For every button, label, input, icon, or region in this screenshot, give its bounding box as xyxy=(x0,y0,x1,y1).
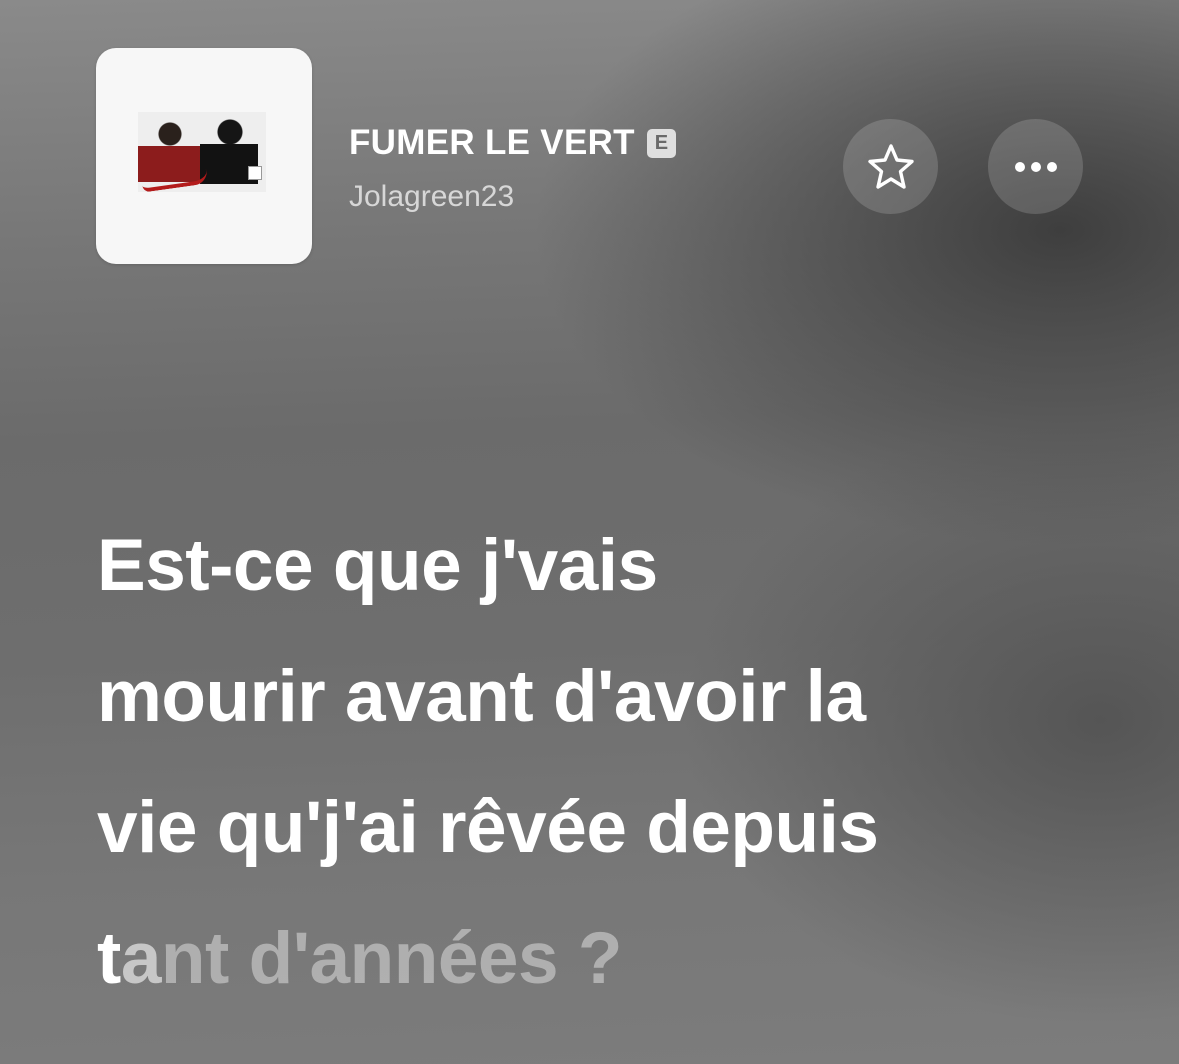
star-icon xyxy=(867,143,914,189)
ellipsis-icon xyxy=(1014,161,1057,172)
favorite-button[interactable] xyxy=(843,119,938,214)
lyric-line[interactable]: vie qu'j'ai rêvée depuis xyxy=(97,762,1097,893)
lyric-transition-part: a xyxy=(120,918,162,999)
track-title[interactable]: FUMER LE VERT xyxy=(349,122,635,164)
explicit-badge: E xyxy=(646,128,676,158)
lyric-sung-part: t xyxy=(97,918,121,999)
cover-advisory-sticker xyxy=(248,166,262,180)
track-header: FUMER LE VERT E xyxy=(349,122,676,164)
album-artwork[interactable] xyxy=(96,48,312,264)
lyric-unsung-part: nt d'années ? xyxy=(160,918,623,999)
more-options-button[interactable] xyxy=(988,119,1083,214)
current-lyric-line[interactable]: tant d'années ? xyxy=(97,893,1097,1024)
lyric-line[interactable]: Est-ce que j'vais xyxy=(97,500,1097,631)
lyric-line[interactable]: mourir avant d'avoir la xyxy=(97,631,1097,762)
lyrics-view: Est-ce que j'vais mourir avant d'avoir l… xyxy=(97,500,1097,1024)
album-cover-photo xyxy=(138,112,266,193)
track-artist[interactable]: Jolagreen23 xyxy=(349,178,514,216)
